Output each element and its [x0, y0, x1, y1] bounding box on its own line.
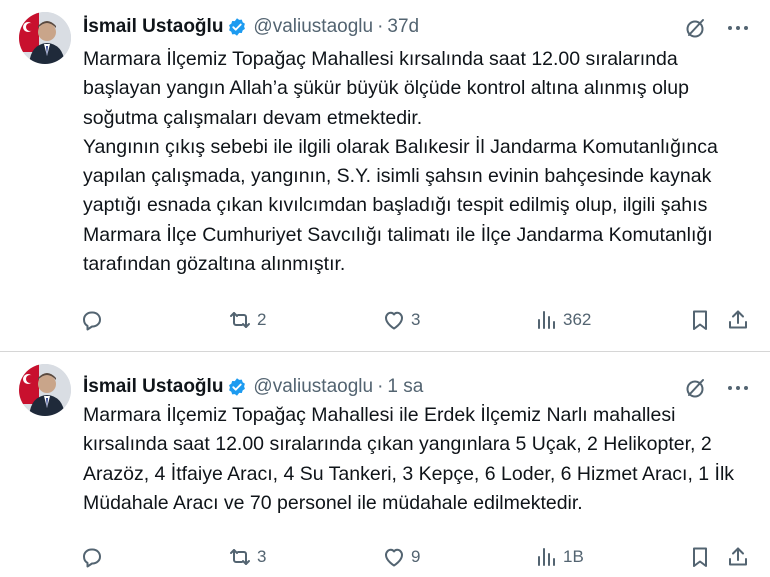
tweet[interactable]: İsmail Ustaoğlu @valiustaoglu · 1 sa Mar…: [0, 352, 770, 577]
share-button[interactable]: [726, 545, 750, 569]
author-handle[interactable]: @valiustaoglu: [253, 376, 373, 398]
views-icon: [538, 311, 555, 329]
bookmark-icon: [693, 547, 707, 567]
bookmark-button[interactable]: [688, 308, 712, 332]
tweet-actions: 2 3 362: [80, 305, 750, 335]
reply-button[interactable]: [80, 545, 109, 569]
tweet-actions: 3 9 1B: [80, 542, 750, 572]
tweet-header: İsmail Ustaoğlu @valiustaoglu · 37d: [83, 12, 419, 42]
verified-badge-icon: [227, 377, 247, 397]
more-icon[interactable]: [726, 16, 750, 40]
tweet-timestamp[interactable]: 1 sa: [387, 376, 423, 398]
retweet-button[interactable]: 2: [228, 308, 266, 332]
tweet-text-line: başlayan yangın Allah’a şükür büyük ölçü…: [83, 77, 689, 100]
tweet-text-line: Marmara İlçemiz Topağaç Mahallesi ile Er…: [83, 404, 676, 426]
tweet-timestamp[interactable]: 37d: [387, 16, 419, 38]
author-name[interactable]: İsmail Ustaoğlu: [83, 16, 223, 38]
retweet-count: 2: [257, 310, 267, 329]
tweet-text-line: yaptığı esnada çıkan kıvılcımdan başladı…: [83, 194, 708, 217]
tweet-text: Marmara İlçemiz Topağaç Mahallesi ile Er…: [83, 401, 753, 518]
share-icon: [729, 547, 747, 566]
avatar[interactable]: [19, 12, 71, 64]
grok-icon[interactable]: [684, 16, 708, 40]
views-button[interactable]: 362: [534, 308, 591, 332]
avatar[interactable]: [19, 364, 71, 416]
views-count: 1B: [563, 547, 584, 566]
tweet[interactable]: İsmail Ustaoğlu @valiustaoglu · 37d Marm…: [0, 0, 770, 352]
tweet-text-line: soğutma çalışmaları devam etmektedir.: [83, 106, 423, 129]
more-icon[interactable]: [726, 376, 750, 400]
author-handle[interactable]: @valiustaoglu: [253, 16, 373, 38]
tweet-text: Marmara İlçemiz Topağaç Mahallesi kırsal…: [83, 45, 753, 279]
grok-icon[interactable]: [684, 376, 708, 400]
like-button[interactable]: 9: [382, 545, 420, 569]
share-button[interactable]: [726, 308, 750, 332]
like-icon: [385, 548, 403, 567]
views-icon: [538, 548, 555, 566]
author-name[interactable]: İsmail Ustaoğlu: [83, 376, 223, 398]
reply-icon: [83, 548, 101, 568]
tweet-top-actions: [684, 376, 750, 400]
like-button[interactable]: 3: [382, 308, 420, 332]
avatar-image: [19, 364, 71, 416]
tweet-header: İsmail Ustaoğlu @valiustaoglu · 1 sa: [83, 372, 423, 402]
tweet-text-line: Marmara İlçe Cumhuriyet Savcılığı talima…: [83, 223, 713, 246]
reply-icon: [83, 311, 101, 331]
header-separator: ·: [377, 376, 384, 397]
tweet-top-actions: [684, 16, 750, 40]
tweet-text-line: kırsalında saat 12.00 sıralarında çıkan …: [83, 433, 712, 456]
tweet-text-line: Müdahale Aracı ve 70 personel ile müdaha…: [83, 491, 583, 514]
like-count: 3: [411, 310, 421, 329]
like-icon: [385, 311, 403, 330]
tweet-text-line: yapılan çalışmada, yangının, S.Y. isimli…: [83, 165, 712, 188]
like-count: 9: [411, 547, 421, 566]
retweet-count: 3: [257, 547, 267, 566]
avatar-image: [19, 12, 71, 64]
retweet-icon: [230, 549, 250, 565]
tweet-text-line: Arazöz, 4 İtfaiye Aracı, 4 Su Tankeri, 3…: [83, 462, 735, 485]
reply-button[interactable]: [80, 308, 109, 332]
verified-badge-icon: [227, 17, 247, 37]
bookmark-icon: [693, 310, 707, 330]
retweet-icon: [230, 312, 250, 328]
views-count: 362: [563, 310, 592, 329]
tweet-text-line: tarafından gözaltına alınmıştır.: [83, 253, 346, 276]
bookmark-button[interactable]: [688, 545, 712, 569]
share-icon: [729, 310, 747, 329]
retweet-button[interactable]: 3: [228, 545, 266, 569]
views-button[interactable]: 1B: [534, 545, 584, 569]
tweet-text-line: Marmara İlçemiz Topağaç Mahallesi kırsal…: [83, 48, 678, 70]
header-separator: ·: [377, 16, 384, 37]
tweet-text-line: Yangının çıkış sebebi ile ilgili olarak …: [83, 135, 718, 158]
